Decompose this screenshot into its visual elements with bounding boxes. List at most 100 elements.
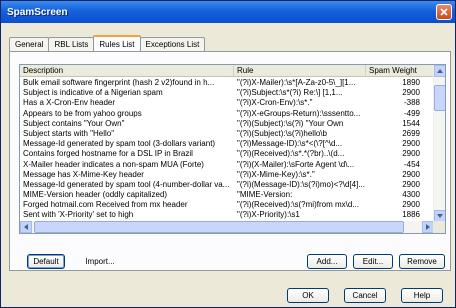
rules-list[interactable]: Description Rule Spam Weight Bulk email … [19, 64, 446, 234]
list-body: Bulk email software fingerprint (hash 2 … [20, 78, 434, 221]
column-header-rule[interactable]: Rule [234, 65, 366, 77]
cell-description: Sent with 'X-Priority' set to high [23, 210, 134, 220]
table-row[interactable]: Subject contains "Your Own" "(?i)(Subject… [20, 119, 434, 129]
close-button[interactable] [436, 4, 452, 20]
cell-spam-weight: 2900 [402, 139, 420, 149]
list-header: Description Rule Spam Weight [20, 65, 434, 77]
cell-rule: "(?i)(Received):\s*.*(?br)..\(d... [237, 149, 345, 159]
cell-rule: "(?i)Message-ID):\s*<(\?[^\d... [237, 139, 343, 149]
column-header-description[interactable]: Description [20, 65, 234, 77]
cell-description: Appears to be from yahoo groups [23, 108, 142, 118]
cell-description: Message-Id generated by spam tool (3-dol… [23, 139, 216, 149]
chevron-left-icon [24, 224, 28, 230]
chevron-up-icon [437, 69, 443, 73]
cell-rule: "(?i)X-Cron-Env):\s*." [237, 98, 313, 108]
cell-rule: "(?i)(Subject):\s(?i) "Your Own [237, 118, 344, 128]
table-row[interactable]: Message-Id generated by spam tool (3-dol… [20, 139, 434, 149]
import-button[interactable]: Import... [81, 254, 119, 269]
table-row[interactable]: Message-Id generated by spam tool (4-num… [20, 180, 434, 190]
edit-button[interactable]: Edit... [353, 254, 393, 269]
table-row[interactable]: MIME-Version header (oddly capitalized) "… [20, 190, 434, 200]
tab-general[interactable]: General [9, 37, 50, 51]
cell-spam-weight: 1544 [402, 118, 420, 128]
tab-label: Exceptions List [145, 40, 200, 49]
table-row[interactable]: Has a X-Cron-Env header "(?i)X-Cron-Env):… [20, 98, 434, 108]
cell-rule: "(?i)(Subject):\s(?i)hello\b [237, 128, 327, 138]
button-label: Add... [316, 257, 338, 266]
scroll-left-button[interactable] [20, 221, 32, 233]
tab-rules-list[interactable]: Rules List [93, 35, 141, 51]
horizontal-scroll-thumb[interactable] [34, 221, 404, 233]
cell-description: Contains forged hostname for a DSL IP in… [23, 149, 193, 159]
cell-rule: "(?i)(X-Mailer):\sForte Agent \d\... [237, 159, 355, 169]
add-button[interactable]: Add... [307, 254, 347, 269]
spamscreen-dialog: SpamScreen General RBL Lists Rules List … [0, 0, 456, 308]
cell-description: Message-Id generated by spam tool (4-num… [23, 179, 230, 189]
table-row[interactable]: X-Mailer header indicates a non-spam MUA… [20, 160, 434, 170]
title-bar[interactable]: SpamScreen [1, 1, 455, 23]
cell-rule: "(?i)(Received):\s(?mi)from mx\d... [237, 200, 359, 210]
scroll-up-button[interactable] [434, 65, 445, 77]
cell-spam-weight: 4300 [402, 190, 420, 200]
remove-button[interactable]: Remove [399, 254, 445, 269]
table-row[interactable]: Contains forged hostname for a DSL IP in… [20, 149, 434, 159]
table-row[interactable]: Message has X-Mime-Key header "(?i)X-Mime… [20, 170, 434, 180]
cell-rule: "(?i)X-eGroups-Return):\sssentto... [237, 108, 361, 118]
table-row[interactable]: Forged hotmail.com Received from mx head… [20, 200, 434, 210]
tab-exceptions-list[interactable]: Exceptions List [139, 37, 206, 51]
cell-spam-weight: -388 [403, 98, 420, 108]
cell-spam-weight: 1886 [402, 210, 420, 220]
cell-rule: "(?i)(Message-ID):\s(?i)mo)<?\d[4]... [237, 179, 365, 189]
help-button[interactable]: Help [401, 288, 443, 303]
cell-rule: "(?i)X-Mailer):\s*[A-Za-z0-5\_][1... [237, 78, 356, 87]
column-header-spam-weight[interactable]: Spam Weight [366, 65, 434, 77]
cell-description: Bulk email software fingerprint (hash 2 … [23, 78, 215, 87]
cell-rule: "MIME-Version: [237, 190, 293, 200]
table-row[interactable]: Appears to be from yahoo groups "(?i)X-eG… [20, 109, 434, 119]
cell-spam-weight: 2900 [402, 200, 420, 210]
button-label: Default [33, 257, 59, 266]
cell-description: MIME-Version header (oddly capitalized) [23, 190, 168, 200]
table-row[interactable]: Bulk email software fingerprint (hash 2 … [20, 78, 434, 88]
cell-spam-weight: -454 [403, 159, 420, 169]
cell-spam-weight: 2900 [402, 169, 420, 179]
window-title: SpamScreen [7, 6, 68, 18]
button-label: Cancel [352, 291, 378, 300]
button-label: Import... [85, 257, 115, 266]
cell-spam-weight: 2900 [402, 179, 420, 189]
cell-spam-weight: 1890 [402, 78, 420, 87]
table-row[interactable]: Subject starts with "Hello" "(?i)(Subject… [20, 129, 434, 139]
table-row[interactable]: Subject is indicative of a Nigerian spam… [20, 88, 434, 98]
cell-description: Subject contains "Your Own" [23, 118, 125, 128]
scrollbar-corner [433, 221, 445, 233]
chevron-down-icon [437, 214, 443, 218]
tab-rbl-lists[interactable]: RBL Lists [48, 37, 95, 51]
vertical-scroll-thumb[interactable] [434, 85, 445, 111]
cell-rule: "(?i)Subject:\s*(?i) Re:\] [1,1... [237, 88, 343, 98]
button-label: Help [413, 291, 431, 300]
cancel-button[interactable]: Cancel [344, 288, 386, 303]
button-label: OK [302, 291, 314, 300]
cell-rule: "(?i)X-Mime-Key):\s*." [237, 169, 315, 179]
cell-description: Forged hotmail.com Received from mx head… [23, 200, 188, 210]
cell-description: X-Mailer header indicates a non-spam MUA… [23, 159, 204, 169]
cell-rule: "(?i)X-Priority):\s1 [237, 210, 300, 220]
cell-description: Message has X-Mime-Key header [23, 169, 144, 179]
tab-strip: General RBL Lists Rules List Exceptions … [9, 35, 206, 51]
tab-label: RBL Lists [54, 40, 89, 49]
button-label: Edit... [362, 257, 384, 266]
close-icon [440, 8, 448, 16]
button-label: Remove [407, 257, 437, 266]
vertical-scrollbar[interactable] [433, 65, 445, 222]
cell-spam-weight: 2900 [402, 88, 420, 98]
tab-label: Rules List [99, 39, 135, 49]
table-row[interactable]: Sent with 'X-Priority' set to high "(?i)X… [20, 210, 434, 220]
cell-spam-weight: 2699 [402, 128, 420, 138]
cell-description: Subject starts with "Hello" [23, 128, 115, 138]
default-button[interactable]: Default [27, 254, 65, 269]
ok-button[interactable]: OK [287, 288, 329, 303]
tab-label: General [15, 40, 44, 49]
cell-spam-weight: 2900 [402, 149, 420, 159]
chevron-right-icon [426, 224, 430, 230]
horizontal-scrollbar[interactable] [20, 221, 434, 233]
